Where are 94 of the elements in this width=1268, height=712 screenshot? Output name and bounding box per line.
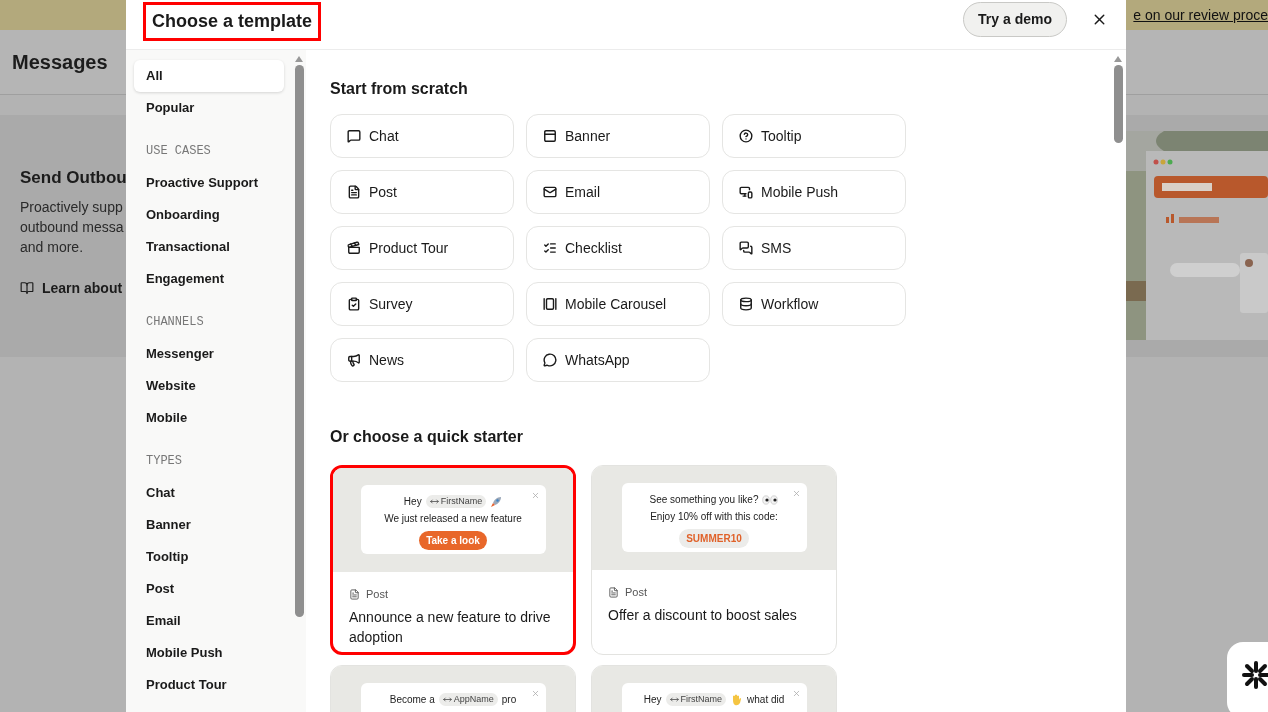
preview-text: Enjoy 10% off with this code: (650, 510, 778, 524)
carousel-icon (543, 297, 557, 311)
sidebar-item[interactable]: Banner (134, 509, 284, 541)
demo-button[interactable]: Try a demo (963, 2, 1067, 37)
cylinder-icon (739, 297, 753, 311)
sidebar-item[interactable]: Email (134, 605, 284, 637)
hero-heading: Send Outbou (20, 167, 127, 189)
preview-text: Hey (643, 693, 662, 707)
template-type-button[interactable]: Mobile Push (722, 170, 906, 214)
checklist-icon (543, 241, 557, 255)
preview-text: what did (747, 693, 785, 707)
arrows-icon (429, 497, 439, 506)
sidebar-item[interactable]: Transactional (134, 231, 284, 263)
template-card[interactable]: Hey FirstName what did (591, 665, 837, 712)
clipboard-check-icon (347, 297, 361, 311)
messages-icon (739, 241, 753, 255)
close-icon (791, 689, 801, 698)
close-icon (530, 689, 540, 698)
hero-text: and more. (20, 237, 85, 257)
template-type-button[interactable]: News (330, 338, 514, 382)
scrollbar-thumb[interactable] (1113, 65, 1123, 143)
sidebar-item[interactable]: Website (134, 370, 284, 402)
banner-icon (543, 129, 557, 143)
waving-hand-icon (730, 693, 744, 706)
sidebar-item[interactable]: Messenger (134, 338, 284, 370)
dialog-title: Choose a template (143, 2, 322, 41)
book-icon (20, 281, 34, 295)
banner-link[interactable]: e on our review proce (1133, 4, 1268, 26)
section-title: Or choose a quick starter (330, 427, 524, 447)
template-card[interactable]: See something you like? Enjoy 10% off with this code: SUMMER10 Post Offer a discount to boost sales (591, 465, 837, 655)
logo-icon (1241, 660, 1268, 690)
hero-text: outbound messa (20, 217, 125, 237)
card-title: Announce a new feature to drive adoption (349, 607, 552, 647)
page-title: Messages (12, 50, 108, 75)
arrows-icon (442, 695, 452, 704)
close-icon (791, 489, 801, 498)
question-circle-icon (739, 129, 753, 143)
template-type-button[interactable]: SMS (722, 226, 906, 270)
card-type: Post (625, 585, 647, 600)
template-type-button[interactable]: Chat (330, 114, 514, 158)
document-icon (349, 588, 360, 600)
arrows-icon (669, 695, 679, 704)
hero-text: Proactively supp (20, 197, 124, 217)
sidebar-item[interactable]: Popular (134, 92, 284, 124)
sidebar-item[interactable]: Mobile (134, 402, 284, 434)
chat-bubble-icon (347, 129, 361, 143)
variable-chip: AppName (438, 692, 498, 707)
variable-chip: FirstName (665, 692, 727, 707)
preview-text: Hey (403, 495, 422, 509)
section-title: Start from scratch (330, 79, 469, 99)
template-type-button[interactable]: Banner (526, 114, 710, 158)
eyes-icon (762, 494, 779, 505)
rocket-icon (490, 495, 503, 508)
template-type-button[interactable]: Post (330, 170, 514, 214)
close-icon (530, 491, 540, 500)
sidebar-item[interactable]: Mobile Push (134, 637, 284, 669)
template-type-button[interactable]: Product Tour (330, 226, 514, 270)
device-icon (739, 185, 753, 199)
section-heading: USE CASES (145, 143, 212, 160)
learn-link[interactable]: Learn about (42, 277, 123, 299)
preview-text: We just released a new feature (384, 512, 522, 526)
promo-code: SUMMER10 (679, 529, 749, 548)
template-type-button[interactable]: Email (526, 170, 710, 214)
template-type-button[interactable]: Survey (330, 282, 514, 326)
template-type-button[interactable]: Workflow (722, 282, 906, 326)
template-card[interactable]: Become a AppName pro (330, 665, 576, 712)
template-type-button[interactable]: Mobile Carousel (526, 282, 710, 326)
template-type-button[interactable]: Tooltip (722, 114, 906, 158)
megaphone-icon (347, 353, 361, 367)
card-type: Post (366, 587, 388, 602)
template-card[interactable]: Hey FirstName We just released a new feature Take a look Post Announce a new feature to drive adoption (330, 465, 576, 655)
sidebar-item[interactable]: Proactive Support (134, 167, 284, 199)
template-type-button[interactable]: Checklist (526, 226, 710, 270)
sidebar-item[interactable]: Post (134, 573, 284, 605)
sidebar-item[interactable]: Chat (134, 477, 284, 509)
envelope-icon (543, 185, 557, 199)
play-board-icon (347, 241, 361, 255)
variable-chip: FirstName (425, 494, 487, 509)
document-icon (608, 586, 619, 598)
cta-button: Take a look (419, 531, 487, 550)
scrollbar-thumb[interactable] (294, 65, 304, 617)
sidebar-item[interactable]: All (134, 60, 284, 92)
sidebar-item[interactable]: Tooltip (134, 541, 284, 573)
preview-text: pro (501, 693, 517, 707)
sidebar-item[interactable]: Onboarding (134, 199, 284, 231)
document-icon (347, 185, 361, 199)
section-heading: TYPES (145, 453, 183, 470)
sidebar-item[interactable]: Product Tour (134, 669, 284, 701)
template-type-button[interactable]: WhatsApp (526, 338, 710, 382)
sidebar-item[interactable]: Engagement (134, 263, 284, 295)
card-title: Offer a discount to boost sales (608, 605, 798, 625)
preview-text: See something you like? (649, 493, 759, 507)
preview-text: Become a (389, 693, 435, 707)
section-heading: CHANNELS (145, 314, 205, 331)
